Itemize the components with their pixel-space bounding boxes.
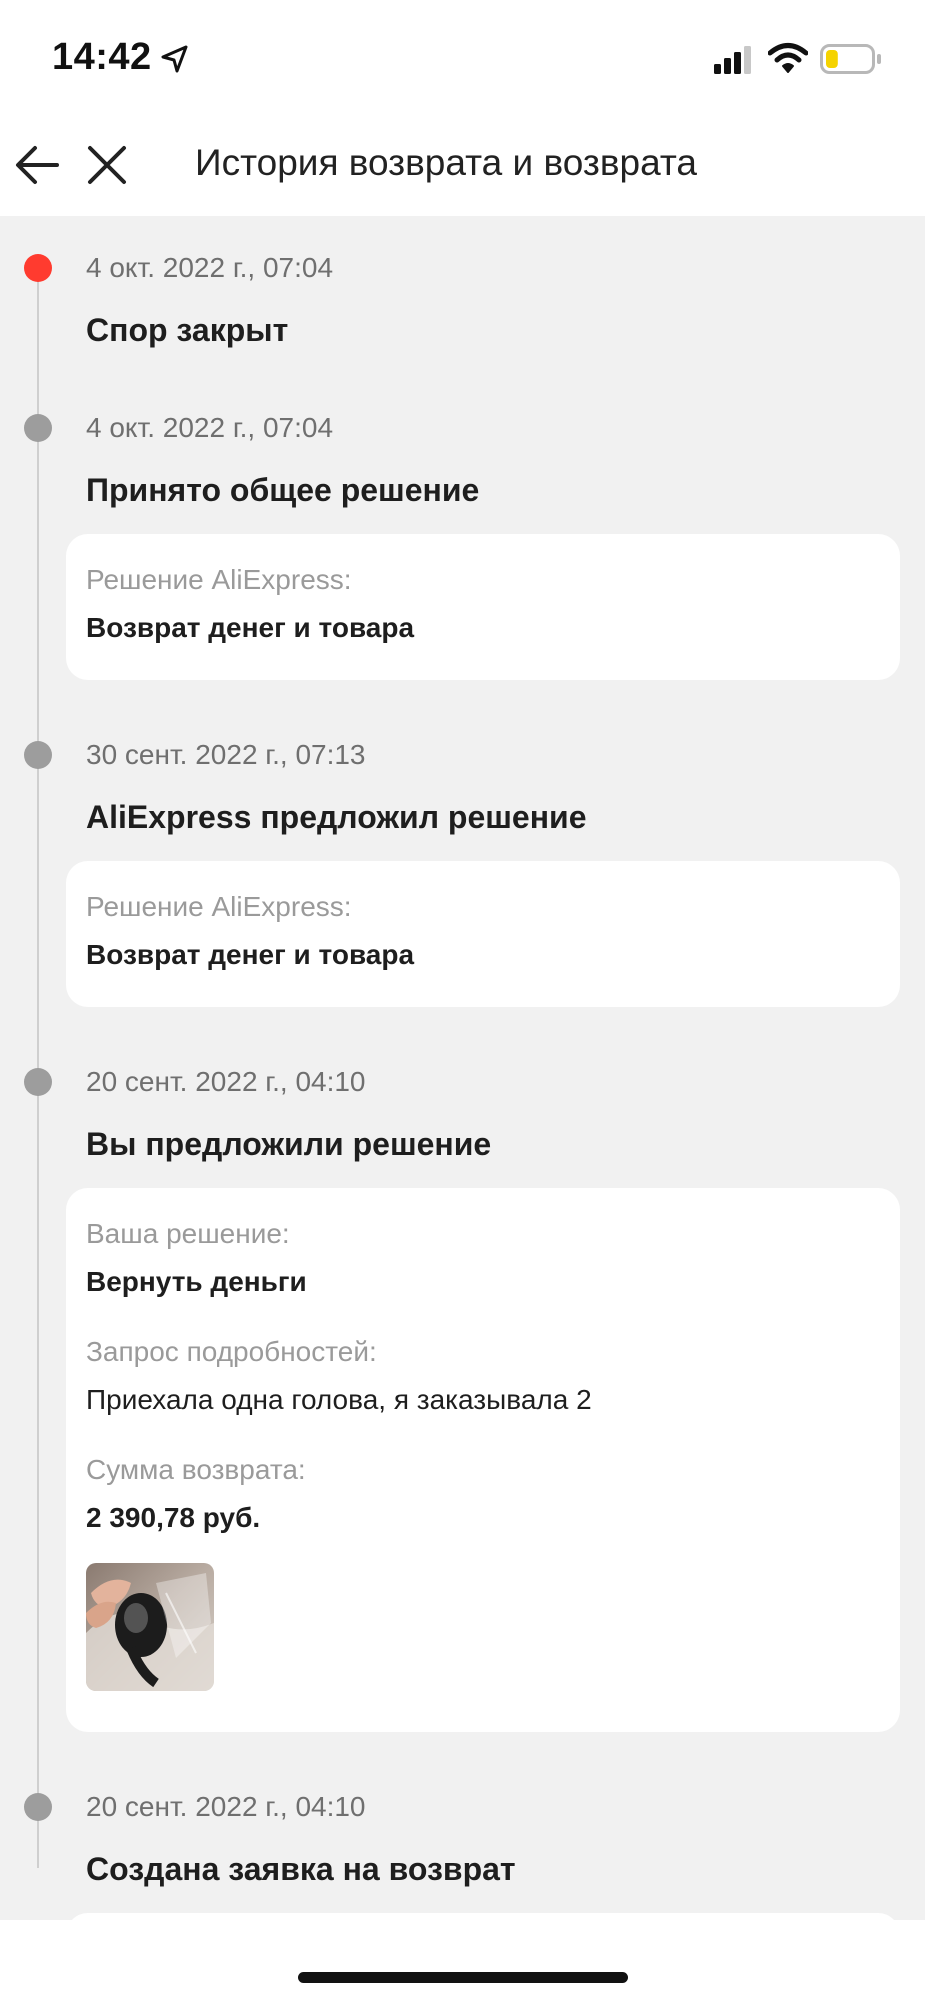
close-button[interactable] xyxy=(80,138,134,192)
page-title: История возврата и возврата xyxy=(195,142,697,183)
timeline-dot xyxy=(24,1068,52,1096)
timeline-dot xyxy=(24,741,52,769)
refund-amount: 2 390,78 руб. xyxy=(86,1502,261,1533)
home-indicator[interactable] xyxy=(298,1972,628,1983)
field-label: Сумма возврата: xyxy=(86,1454,306,1485)
field-value: Приехала одна голова, я заказывала 2 xyxy=(86,1384,592,1415)
status-bar: 14:42 xyxy=(0,0,925,120)
field-label: Запрос подробностей: xyxy=(86,1336,377,1367)
event-date: 20 сент. 2022 г., 04:10 xyxy=(86,1066,366,1097)
solution-card: Ваша решение: Вернуть деньги Запрос подр… xyxy=(66,1188,900,1732)
event-date: 4 окт. 2022 г., 07:04 xyxy=(86,252,334,283)
request-card xyxy=(66,1913,900,1920)
location-arrow-icon xyxy=(161,45,188,73)
field-label: Решение AliExpress: xyxy=(86,891,352,922)
event-date: 4 окт. 2022 г., 07:04 xyxy=(86,412,334,443)
timeline-dot xyxy=(24,414,52,442)
status-time: 14:42 xyxy=(52,36,152,78)
event-title: AliExpress предложил решение xyxy=(86,799,587,835)
attached-photo[interactable] xyxy=(86,1563,214,1691)
decision-card: Решение AliExpress: Возврат денег и това… xyxy=(66,534,900,680)
battery-low-icon xyxy=(820,44,881,74)
event-title: Принято общее решение xyxy=(86,472,480,508)
cellular-signal-icon xyxy=(714,46,751,74)
timeline-dot-active xyxy=(24,254,52,282)
field-label: Решение AliExpress: xyxy=(86,564,352,595)
field-value: Возврат денег и товара xyxy=(86,612,415,643)
close-icon xyxy=(88,146,126,184)
field-label: Ваша решение: xyxy=(86,1218,290,1249)
bottom-bar xyxy=(0,1920,925,2000)
timeline-dot xyxy=(24,1793,52,1821)
back-button[interactable] xyxy=(10,138,64,192)
event-date: 20 сент. 2022 г., 04:10 xyxy=(86,1791,366,1822)
event-date: 30 сент. 2022 г., 07:13 xyxy=(86,739,366,770)
arrow-left-icon xyxy=(16,146,59,184)
field-value: Вернуть деньги xyxy=(86,1266,307,1297)
decision-card: Решение AliExpress: Возврат денег и това… xyxy=(66,861,900,1007)
event-title: Спор закрыт xyxy=(86,312,289,348)
event-title: Вы предложили решение xyxy=(86,1126,492,1162)
wifi-icon xyxy=(768,43,808,73)
event-title: Создана заявка на возврат xyxy=(86,1851,516,1887)
photo-image xyxy=(86,1563,214,1691)
header: История возврата и возврата xyxy=(0,120,925,216)
timeline[interactable]: 4 окт. 2022 г., 07:04 Спор закрыт 4 окт.… xyxy=(0,216,925,1920)
field-value: Возврат денег и товара xyxy=(86,939,415,970)
